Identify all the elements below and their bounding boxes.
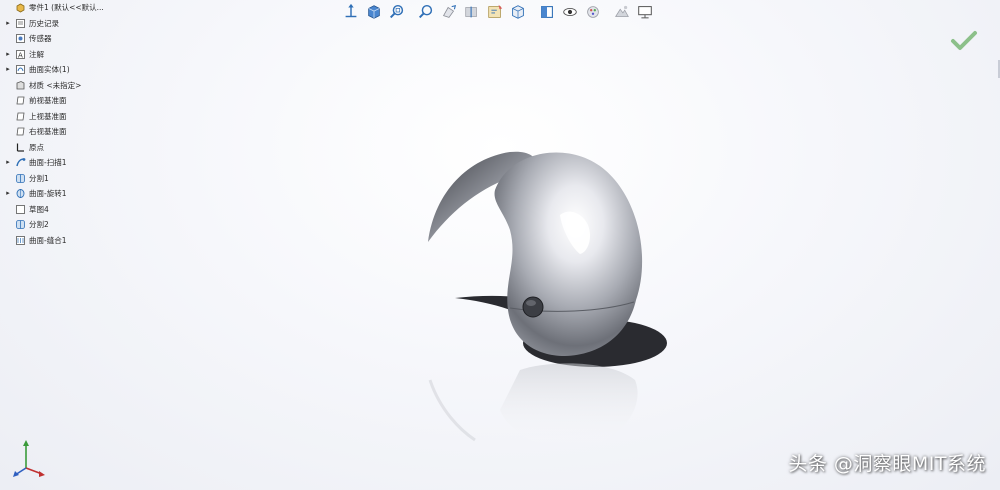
sketch-icon [15,204,26,215]
material-icon [15,80,26,91]
tree-item[interactable]: 材质 <未指定> [4,78,134,94]
tree-item-label: 曲面实体(1) [29,65,70,74]
model-body [494,152,643,356]
tree-item[interactable]: 右视基准面 [4,124,134,140]
hook-reflection [428,379,476,442]
zoom-to-fit-icon[interactable] [386,1,408,23]
tree-item-label: 右视基准面 [29,127,67,136]
svg-text:A: A [18,51,23,59]
tree-item[interactable]: 原点 [4,140,134,156]
tree-item[interactable]: 分割2 [4,217,134,233]
tree-item[interactable]: 零件1 (默认<<默认... [4,0,134,16]
tree-item-label: 曲面-旋转1 [29,189,67,198]
expand-arrow-icon[interactable]: ▸ [4,47,12,63]
model-reflection [500,363,638,450]
expand-arrow-icon[interactable]: ▸ [4,16,12,32]
sweep-surface-icon [15,157,26,168]
confirm-check-icon[interactable] [950,30,978,52]
tree-item[interactable]: ▸ 曲面-旋转1 [4,186,134,202]
model-button-shine [526,300,536,306]
surface-body-folder-icon [15,64,26,75]
view-settings-icon[interactable] [507,1,529,23]
expand-arrow-icon[interactable]: ▸ [4,62,12,78]
plane-icon [15,126,26,137]
section-view-icon[interactable] [461,1,483,23]
revolve-surface-icon [15,188,26,199]
tree-item[interactable]: 曲面-缝合1 [4,233,134,249]
tree-item[interactable]: 上视基准面 [4,109,134,125]
reference-triad-icon [13,440,45,477]
tree-item[interactable]: 传感器 [4,31,134,47]
cube-view-icon[interactable] [363,1,385,23]
plane-icon [15,111,26,122]
expand-arrow-icon[interactable]: ▸ [4,155,12,171]
tree-item[interactable]: ▸ 历史记录 [4,16,134,32]
view-orientation-icon[interactable] [340,1,362,23]
tree-item-label: 材质 <未指定> [29,80,82,90]
tree-item[interactable]: 前视基准面 [4,93,134,109]
tree-item-label: 分割2 [29,220,49,229]
feature-manager-tree[interactable]: 零件1 (默认<<默认... ▸ 历史记录传感器 ▸ A 注解 ▸ 曲面实体(1) 材质 <未指… [4,0,134,248]
sensor-icon [15,33,26,44]
annotation-icon: A [15,49,26,60]
heads-up-view-toolbar [340,0,657,24]
origin-icon [15,142,26,153]
model-render[interactable] [400,130,700,470]
graphics-area[interactable]: 零件1 (默认<<默认... ▸ 历史记录传感器 ▸ A 注解 ▸ 曲面实体(1) 材质 <未指… [0,0,1000,490]
tree-item-label: 注解 [29,49,44,59]
tree-item-label: 历史记录 [29,18,59,28]
tree-item[interactable]: 分割1 [4,171,134,187]
display-style-icon[interactable] [536,1,558,23]
tree-item-label: 传感器 [29,34,52,43]
monitor-view-icon[interactable] [634,1,656,23]
tree-item[interactable]: ▸ 曲面实体(1) [4,62,134,78]
watermark-text: 头条 @洞察眼MIT系统 [788,453,986,475]
knit-surface-icon [15,235,26,246]
tree-item-label: 上视基准面 [29,111,67,121]
tree-item-label: 原点 [29,142,44,152]
plane-icon [15,95,26,106]
tree-item-label: 分割1 [29,173,49,183]
history-icon [15,18,26,29]
dynamic-annotation-icon[interactable] [484,1,506,23]
tree-item[interactable]: 草图4 [4,202,134,218]
tree-item[interactable]: ▸ A 注解 [4,47,134,63]
split-icon [15,219,26,230]
split-icon [15,173,26,184]
tree-item[interactable]: ▸ 曲面-扫描1 [4,155,134,171]
edit-appearance-icon[interactable] [582,1,604,23]
part-icon [15,2,26,13]
tree-item-label: 曲面-缝合1 [29,235,67,245]
zoom-to-area-icon[interactable] [415,1,437,23]
apply-scene-icon[interactable] [611,1,633,23]
previous-view-icon[interactable] [438,1,460,23]
tree-item-label: 零件1 (默认<<默认... [29,3,104,12]
tree-item-label: 草图4 [29,204,49,214]
expand-arrow-icon[interactable]: ▸ [4,186,12,202]
tree-item-label: 前视基准面 [29,96,67,105]
tree-item-label: 曲面-扫描1 [29,158,67,167]
model-button [522,296,544,318]
hide-show-items-icon[interactable] [559,1,581,23]
